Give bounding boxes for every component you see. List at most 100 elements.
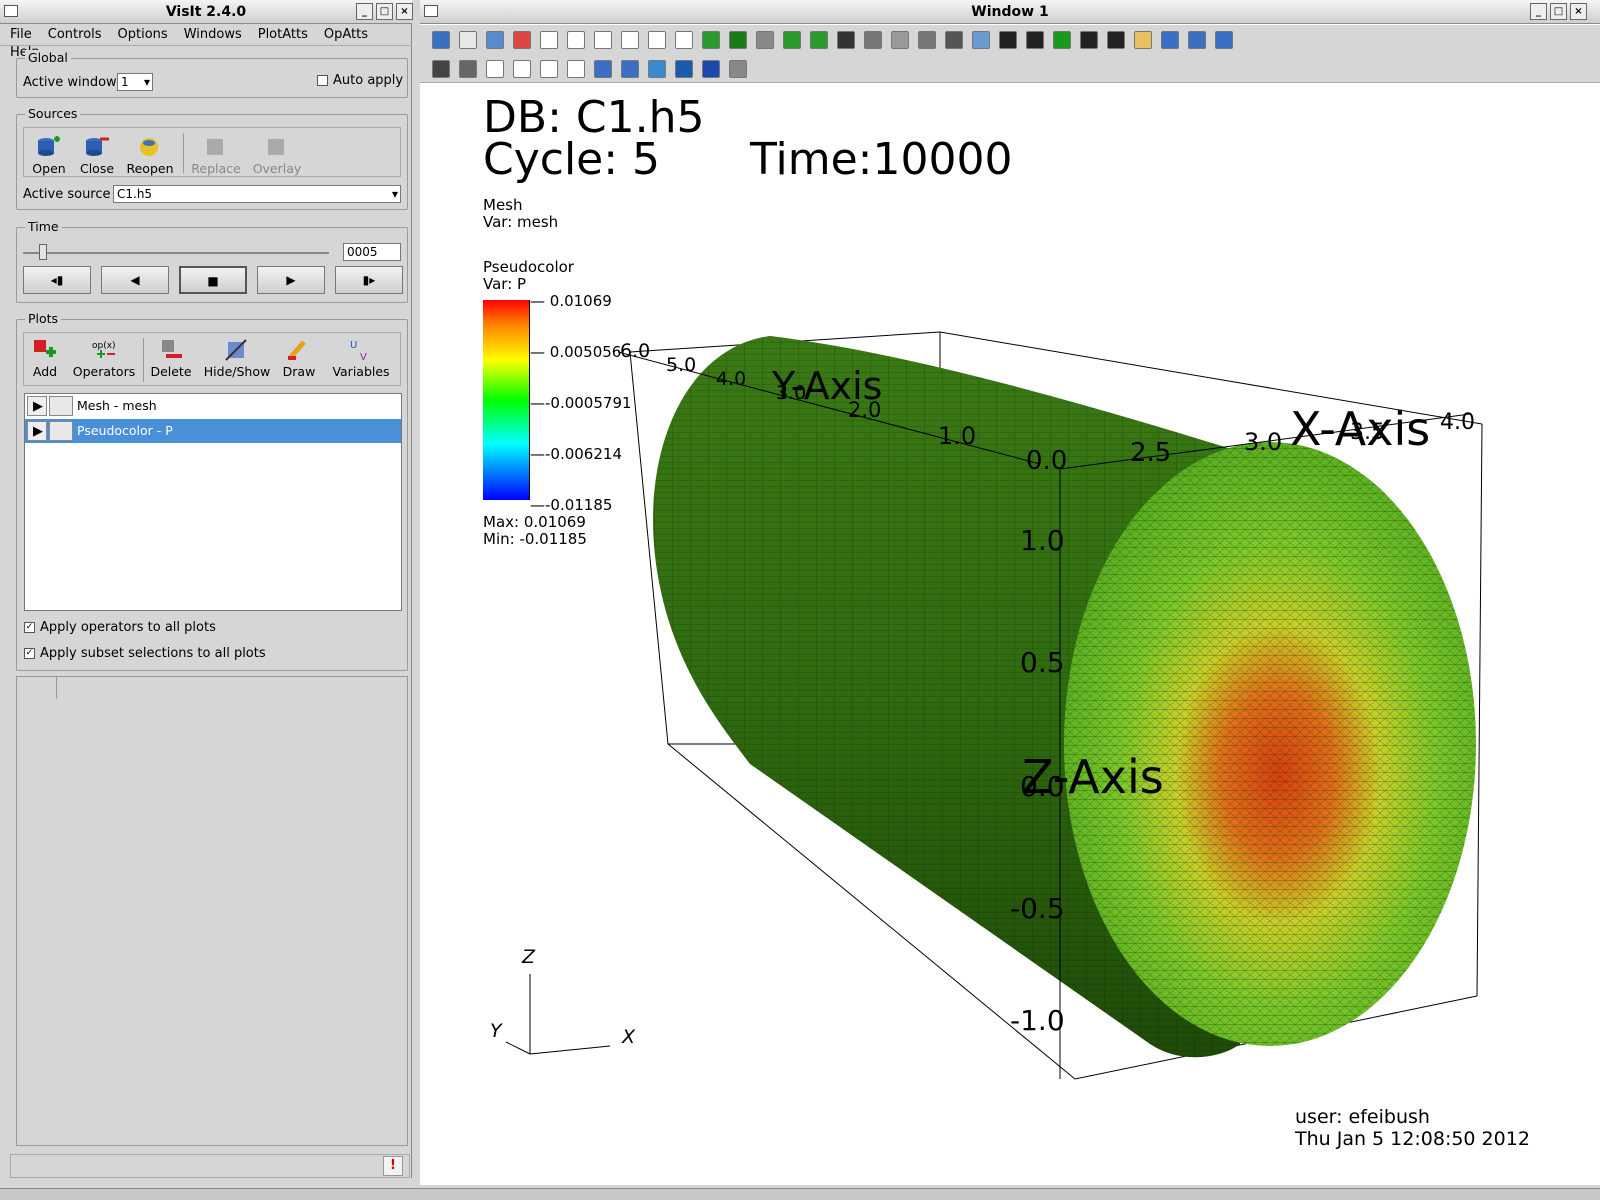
menu-options[interactable]: Options: [108, 24, 174, 42]
time-slider-handle[interactable]: [39, 244, 47, 260]
maximize-button[interactable]: □: [376, 3, 393, 20]
toolbar-button-icon[interactable]: [729, 31, 747, 49]
toolbar-button-icon[interactable]: [1053, 31, 1071, 49]
toolbar-button-icon[interactable]: [459, 31, 477, 49]
toolbar-button-icon[interactable]: [1026, 31, 1044, 49]
stop-button[interactable]: ■: [179, 266, 247, 294]
operators-button[interactable]: op(x) Operators: [69, 338, 139, 379]
toolbar-button-icon[interactable]: [972, 31, 990, 49]
menu-opatts[interactable]: OpAtts: [314, 24, 374, 42]
toolbar-button-icon[interactable]: [648, 60, 666, 78]
draw-button[interactable]: Draw: [279, 338, 319, 379]
open-button[interactable]: Open: [29, 135, 69, 176]
z-axis-title: Z-Axis: [1022, 750, 1164, 804]
main-titlebar[interactable]: VisIt 2.4.0 _ □ ×: [0, 0, 413, 24]
minimize-button[interactable]: _: [356, 3, 373, 20]
toolbar-button-icon[interactable]: [432, 60, 450, 78]
visibility-icon[interactable]: [49, 421, 73, 441]
plot-item-label: Pseudocolor - P: [77, 423, 173, 438]
toolbar-button-icon[interactable]: [567, 60, 585, 78]
toolbar-button-icon[interactable]: [486, 60, 504, 78]
minimize-button[interactable]: _: [1530, 3, 1547, 20]
toolbar-button-icon[interactable]: [621, 31, 639, 49]
replace-button[interactable]: Replace: [189, 135, 243, 176]
time-slider[interactable]: [23, 252, 329, 254]
toolbar-button-icon[interactable]: [810, 31, 828, 49]
plot-list-item[interactable]: ▶ Mesh - mesh: [25, 394, 401, 418]
expand-arrow-icon[interactable]: ▶: [27, 421, 47, 441]
toolbar-button-icon[interactable]: [459, 60, 477, 78]
toolbar-button-icon[interactable]: [1215, 31, 1233, 49]
close-button[interactable]: ×: [396, 3, 413, 20]
toolbar-button-icon[interactable]: [837, 31, 855, 49]
toolbar-button-icon[interactable]: [729, 60, 747, 78]
x-tick-label: 2.5: [1130, 438, 1172, 468]
plot-list[interactable]: ▶ Mesh - mesh ▶ Pseudocolor - P: [24, 393, 402, 611]
render-area[interactable]: DB: C1.h5 Cycle: 5 Time:10000 Mesh Var: …: [420, 84, 1600, 1184]
apply-subset-checkbox[interactable]: ✓ Apply subset selections to all plots: [24, 646, 266, 661]
time-state-field[interactable]: 0005: [343, 243, 401, 261]
play-button[interactable]: ▶: [257, 266, 325, 294]
toolbar-button-icon[interactable]: [486, 31, 504, 49]
menu-windows[interactable]: Windows: [174, 24, 248, 42]
toolbar-button-icon[interactable]: [999, 31, 1017, 49]
toolbar-button-icon[interactable]: [513, 60, 531, 78]
plot-list-item-selected[interactable]: ▶ Pseudocolor - P: [25, 419, 401, 443]
toolbar-button-icon[interactable]: [702, 60, 720, 78]
toolbar-button-icon[interactable]: [567, 31, 585, 49]
toolbar-button-icon[interactable]: [1107, 31, 1125, 49]
toolbar-button-icon[interactable]: [594, 60, 612, 78]
toolbar-button-icon[interactable]: [945, 31, 963, 49]
toolbar-button-icon[interactable]: [1080, 31, 1098, 49]
replace-label: Replace: [191, 161, 241, 176]
variables-button[interactable]: UV Variables: [325, 338, 397, 379]
hide-show-button[interactable]: Hide/Show: [201, 338, 273, 379]
toolbar-button-icon[interactable]: [1188, 31, 1206, 49]
toolbar-button-icon[interactable]: [756, 31, 774, 49]
toolbar-button-icon[interactable]: [783, 31, 801, 49]
delete-plot-button[interactable]: Delete: [147, 338, 195, 379]
menu-controls[interactable]: Controls: [38, 24, 108, 42]
visit-main-window: VisIt 2.4.0 _ □ × File Controls Options Win…: [0, 0, 413, 1178]
apply-operators-checkbox[interactable]: ✓ Apply operators to all plots: [24, 620, 216, 635]
toolbar-button-icon[interactable]: [891, 31, 909, 49]
user-annotation: user: efeibush: [1295, 1106, 1430, 1128]
toolbar-button-icon[interactable]: [540, 60, 558, 78]
error-output-icon[interactable]: !: [383, 1156, 403, 1176]
active-window-combo[interactable]: 1 ▾: [117, 73, 153, 91]
step-forward-button[interactable]: ▮▸: [335, 266, 403, 294]
overlay-button[interactable]: Overlay: [249, 135, 305, 176]
window-menu-icon[interactable]: [4, 5, 18, 17]
play-backward-button[interactable]: ◀: [101, 266, 169, 294]
toolbar-button-icon[interactable]: [675, 31, 693, 49]
toolbar-button-icon[interactable]: [621, 60, 639, 78]
z-tick-label: 1.0: [1020, 524, 1065, 557]
toolbar-button-icon[interactable]: [702, 31, 720, 49]
notepad-tab[interactable]: [17, 677, 57, 699]
step-back-button[interactable]: ◂▮: [23, 266, 91, 294]
close-source-button[interactable]: Close: [75, 135, 119, 176]
close-button[interactable]: ×: [1570, 3, 1587, 20]
toolbar-button-icon[interactable]: [864, 31, 882, 49]
toolbar-button-icon[interactable]: [1161, 31, 1179, 49]
menu-plotatts[interactable]: PlotAtts: [248, 24, 314, 42]
vis-titlebar[interactable]: Window 1 _ □ ×: [420, 0, 1600, 24]
menu-file[interactable]: File: [0, 24, 38, 42]
toolbar-button-icon[interactable]: [1134, 31, 1152, 49]
delete-plot-icon: [162, 340, 182, 358]
toolbar-button-icon[interactable]: [594, 31, 612, 49]
add-plot-button[interactable]: Add: [27, 338, 63, 379]
toolbar-button-icon[interactable]: [432, 31, 450, 49]
active-source-combo[interactable]: C1.h5 ▾: [113, 185, 401, 203]
window-menu-icon[interactable]: [424, 5, 438, 17]
toolbar-button-icon[interactable]: [675, 60, 693, 78]
toolbar-button-icon[interactable]: [513, 31, 531, 49]
toolbar-button-icon[interactable]: [540, 31, 558, 49]
toolbar-button-icon[interactable]: [918, 31, 936, 49]
expand-arrow-icon[interactable]: ▶: [27, 396, 47, 416]
maximize-button[interactable]: □: [1550, 3, 1567, 20]
toolbar-button-icon[interactable]: [648, 31, 666, 49]
auto-apply-checkbox[interactable]: Auto apply: [317, 73, 403, 88]
visibility-icon[interactable]: [49, 396, 73, 416]
reopen-button[interactable]: Reopen: [125, 135, 175, 176]
